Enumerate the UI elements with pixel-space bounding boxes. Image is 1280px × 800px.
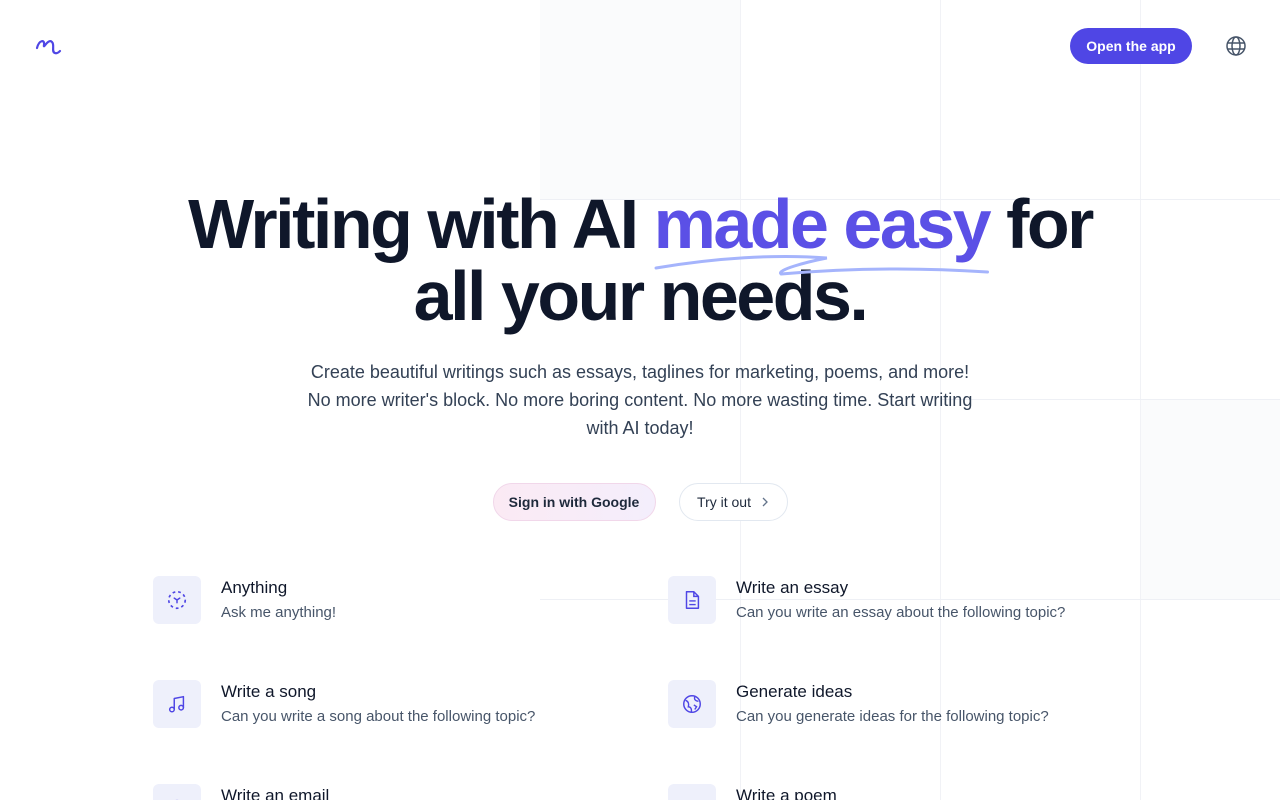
- document-icon: [668, 576, 716, 624]
- hero-section: Writing with AI made easy for all your n…: [0, 188, 1280, 442]
- headline-accent: made easy: [654, 188, 992, 276]
- try-it-out-label: Try it out: [697, 494, 751, 510]
- feature-title: Generate ideas: [736, 682, 853, 701]
- hero-subtitle: Create beautiful writings such as essays…: [307, 362, 973, 438]
- language-globe-icon[interactable]: [1224, 34, 1248, 58]
- open-app-button[interactable]: Open the app: [1070, 28, 1192, 64]
- feature-desc: Can you generate ideas for the following…: [736, 708, 1049, 725]
- globe-icon: [668, 680, 716, 728]
- cta-row: Sign in with Google Try it out: [0, 483, 1280, 521]
- feature-desc: Ask me anything!: [221, 604, 337, 621]
- scribble-underline-icon: [654, 254, 989, 276]
- feature-title: Write an email: [221, 786, 330, 800]
- sign-in-google-button[interactable]: Sign in with Google: [492, 483, 656, 521]
- feature-write-email[interactable]: Write an email: [153, 784, 613, 800]
- headline-part-1: Writing with AI: [188, 185, 654, 263]
- feature-title: Write a poem: [736, 786, 837, 800]
- feature-desc: Can you write a song about the following…: [221, 708, 536, 725]
- try-it-out-button[interactable]: Try it out: [678, 483, 788, 521]
- music-note-icon: [153, 680, 201, 728]
- feature-title: Write an essay: [736, 578, 849, 597]
- logo-icon[interactable]: [34, 34, 62, 58]
- feature-desc: Can you write an essay about the followi…: [736, 604, 1066, 621]
- site-header: Open the app: [0, 0, 1280, 92]
- hero-headline: Writing with AI made easy for all your n…: [0, 188, 1280, 332]
- feature-write-poem[interactable]: Write a poem: [668, 784, 1128, 800]
- feature-write-essay[interactable]: Write an essay Can you write an essay ab…: [668, 576, 1128, 624]
- feature-title: Write a song: [221, 682, 317, 701]
- feature-generate-ideas[interactable]: Generate ideas Can you generate ideas fo…: [668, 680, 1128, 728]
- pen-icon: [668, 784, 716, 800]
- feature-anything[interactable]: Anything Ask me anything!: [153, 576, 613, 624]
- email-icon: [153, 784, 201, 800]
- chevron-right-icon: [762, 497, 768, 507]
- feature-write-song[interactable]: Write a song Can you write a song about …: [153, 680, 613, 728]
- feature-title: Anything: [221, 578, 288, 597]
- scan-icon: [153, 576, 201, 624]
- headline-part-2: for: [989, 185, 1094, 263]
